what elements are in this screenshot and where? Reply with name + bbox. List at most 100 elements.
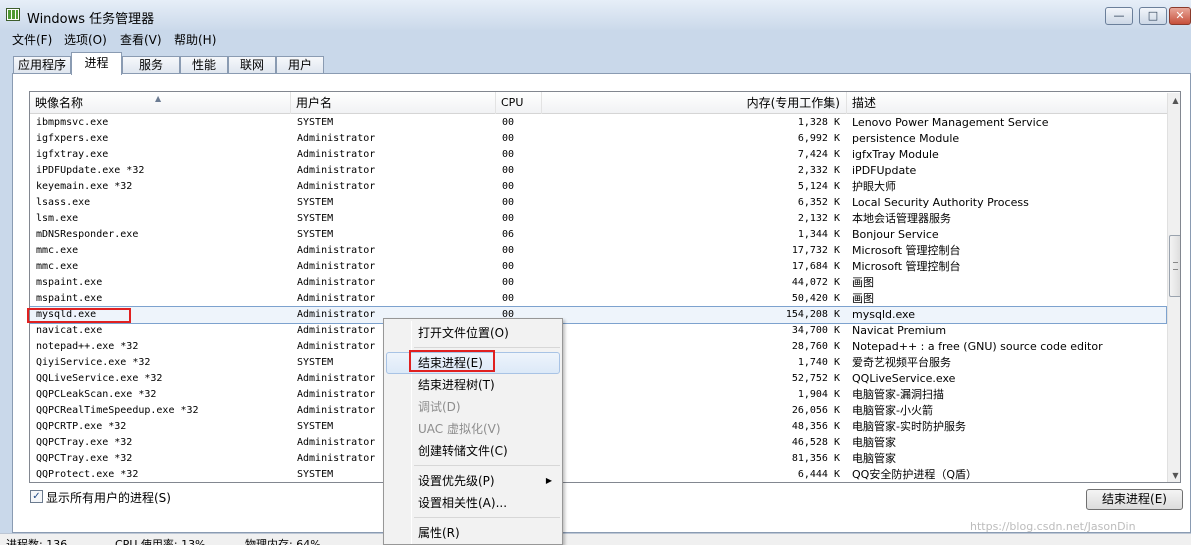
scrollbar-thumb[interactable] (1169, 235, 1180, 297)
cell-description: 画图 (852, 276, 874, 289)
end-process-button[interactable]: 结束进程(E) (1086, 489, 1183, 510)
maximize-button[interactable]: □ (1139, 7, 1167, 25)
cell-memory: 81,356 K (791, 453, 840, 464)
table-row[interactable]: lsass.exe SYSTEM 00 6,352 K Local Security A… (30, 195, 1166, 211)
minimize-button[interactable]: — (1105, 7, 1133, 25)
table-row[interactable]: QQLiveService.exe *32 Administrator 52,752… (30, 371, 1166, 387)
menu-properties[interactable]: 属性(R) (386, 522, 560, 544)
table-row[interactable]: keyemain.exe *32 Administrator 00 5,124 K 护眼… (30, 179, 1166, 195)
window-title: Windows 任务管理器 (27, 12, 155, 27)
table-row[interactable]: QQPCTray.exe *32 Administrator 81,356 K 电脑管… (30, 451, 1166, 467)
menu-debug: 调试(D) (418, 400, 461, 414)
cell-cpu: 00 (502, 213, 515, 224)
tab-processes[interactable]: 进程 (71, 52, 122, 75)
table-row[interactable]: mspaint.exe Administrator 00 44,072 K 画图 (30, 275, 1166, 291)
table-row[interactable]: ibmpmsvc.exe SYSTEM 00 1,328 K Lenovo Power … (30, 115, 1166, 131)
column-header-user[interactable]: 用户名 (291, 92, 496, 114)
menu-help[interactable]: 帮助(H) (174, 31, 216, 48)
cell-description: QQLiveService.exe (852, 372, 956, 385)
cell-cpu: 00 (502, 277, 515, 288)
cell-user-name: SYSTEM (297, 213, 334, 224)
cell-description: iPDFUpdate (852, 164, 917, 177)
cell-image-name: QQPCLeakScan.exe *32 (36, 389, 157, 400)
table-row[interactable]: mmc.exe Administrator 00 17,732 K Microsoft … (30, 243, 1166, 259)
cell-image-name: keyemain.exe *32 (36, 181, 133, 192)
menu-open-file-location[interactable]: 打开文件位置(O) (386, 322, 560, 344)
menu-view[interactable]: 查看(V) (120, 31, 162, 48)
scroll-down-arrow-icon[interactable]: ▼ (1168, 468, 1180, 482)
table-row[interactable]: mspaint.exe Administrator 00 50,420 K 画图 (30, 291, 1166, 307)
cell-description: Notepad++ : a free (GNU) source code edi… (852, 340, 1103, 353)
table-row[interactable]: iPDFUpdate.exe *32 Administrator 00 2,332 K… (30, 163, 1166, 179)
close-button[interactable]: ✕ (1169, 7, 1191, 25)
cell-image-name: mspaint.exe (36, 277, 103, 288)
task-manager-window: Windows 任务管理器 — □ ✕ 文件(F) 选项(O) 查看(V) 帮助… (0, 0, 1191, 545)
menu-file[interactable]: 文件(F) (12, 31, 52, 48)
table-row[interactable]: QQPCLeakScan.exe *32 Administrator 1,904 K… (30, 387, 1166, 403)
menu-set-affinity[interactable]: 设置相关性(A)... (386, 492, 560, 514)
table-row[interactable]: QQPCRTP.exe *32 SYSTEM 48,356 K 电脑管家-实时防护服务 (30, 419, 1166, 435)
cell-description: 护眼大师 (852, 180, 896, 193)
cell-user-name: Administrator (297, 181, 376, 192)
menu-options[interactable]: 选项(O) (64, 31, 107, 48)
cell-image-name: igfxpers.exe (36, 133, 109, 144)
context-menu-separator (414, 347, 560, 348)
menu-create-dump-file[interactable]: 创建转储文件(C) (386, 440, 560, 462)
scroll-up-arrow-icon[interactable]: ▲ (1168, 93, 1180, 108)
title-bar[interactable]: Windows 任务管理器 — □ ✕ (0, 0, 1191, 30)
cell-image-name: ibmpmsvc.exe (36, 117, 109, 128)
show-all-users-label[interactable]: 显示所有用户的进程(S) (46, 489, 171, 506)
cell-memory: 46,528 K (791, 437, 840, 448)
column-header-name[interactable]: 映像名称 ▲ (30, 92, 291, 114)
cell-image-name: lsm.exe (36, 213, 79, 224)
cell-description: QQ安全防护进程（Q盾） (852, 468, 977, 481)
show-all-users-checkbox[interactable]: ✓ (30, 490, 43, 503)
table-row[interactable]: QQPCRealTimeSpeedup.exe *32 Administrator… (30, 403, 1166, 419)
cell-image-name: QQPCTray.exe *32 (36, 437, 133, 448)
cell-memory: 28,760 K (791, 341, 840, 352)
table-row[interactable]: mDNSResponder.exe SYSTEM 06 1,344 K Bonjour … (30, 227, 1166, 243)
cell-cpu: 06 (502, 229, 515, 240)
table-row[interactable]: igfxpers.exe Administrator 00 6,992 K persis… (30, 131, 1166, 147)
menu-set-priority[interactable]: 设置优先级(P) ▶ (386, 470, 560, 492)
cell-description: igfxTray Module (852, 148, 939, 161)
context-menu-separator (414, 465, 560, 466)
cell-memory: 2,132 K (797, 213, 840, 224)
status-physical-memory: 物理内存: 64% (245, 538, 321, 545)
table-row[interactable]: lsm.exe SYSTEM 00 2,132 K 本地会话管理器服务 (30, 211, 1166, 227)
menu-set-priority-label: 设置优先级(P) (418, 474, 495, 488)
cell-user-name: Administrator (297, 133, 376, 144)
cell-cpu: 00 (502, 197, 515, 208)
cell-user-name: Administrator (297, 165, 376, 176)
table-row[interactable]: QiyiService.exe *32 SYSTEM 1,740 K 爱奇艺视频平台服… (30, 355, 1166, 371)
cell-memory: 5,124 K (797, 181, 840, 192)
table-row[interactable]: mmc.exe Administrator 00 17,684 K Microsoft … (30, 259, 1166, 275)
cell-memory: 52,752 K (791, 373, 840, 384)
table-row[interactable]: igfxtray.exe Administrator 00 7,424 K igfxTr… (30, 147, 1166, 163)
table-row[interactable]: QQPCTray.exe *32 Administrator 46,528 K 电脑管… (30, 435, 1166, 451)
cell-image-name: QQPCRealTimeSpeedup.exe *32 (36, 405, 199, 416)
cell-cpu: 00 (502, 165, 515, 176)
column-header-memory[interactable]: 内存(专用工作集) (542, 92, 847, 114)
column-header-row: 映像名称 ▲ 用户名 CPU 内存(专用工作集) 描述 (30, 92, 1180, 114)
cell-user-name: SYSTEM (297, 229, 334, 240)
status-cpu-usage: CPU 使用率: 13% (115, 538, 206, 545)
column-header-cpu[interactable]: CPU (496, 92, 542, 114)
annotation-highlight-mysqld (27, 308, 131, 323)
vertical-scrollbar[interactable]: ▲ ▼ (1167, 93, 1180, 482)
table-row[interactable]: navicat.exe Administrator 34,700 K Navicat … (30, 323, 1166, 339)
column-header-description[interactable]: 描述 (847, 92, 1167, 114)
menu-end-process-tree[interactable]: 结束进程树(T) (386, 374, 560, 396)
table-row[interactable]: notepad++.exe *32 Administrator 28,760 K No… (30, 339, 1166, 355)
cell-user-name: Administrator (297, 149, 376, 160)
cell-memory: 2,332 K (797, 165, 840, 176)
cell-image-name: QQLiveService.exe *32 (36, 373, 163, 384)
table-row[interactable]: QQProtect.exe *32 SYSTEM 6,444 K QQ安全防护进程（Q… (30, 467, 1166, 482)
cell-image-name: QQPCTray.exe *32 (36, 453, 133, 464)
process-list[interactable]: 映像名称 ▲ 用户名 CPU 内存(专用工作集) 描述 ibmpmsvc.exe… (29, 91, 1181, 483)
cell-cpu: 00 (502, 293, 515, 304)
cell-memory: 7,424 K (797, 149, 840, 160)
cell-user-name: Administrator (297, 245, 376, 256)
table-row[interactable]: mysqld.exe Administrator 00 154,208 Kmysqld… (30, 306, 1167, 324)
cell-image-name: mDNSResponder.exe (36, 229, 139, 240)
